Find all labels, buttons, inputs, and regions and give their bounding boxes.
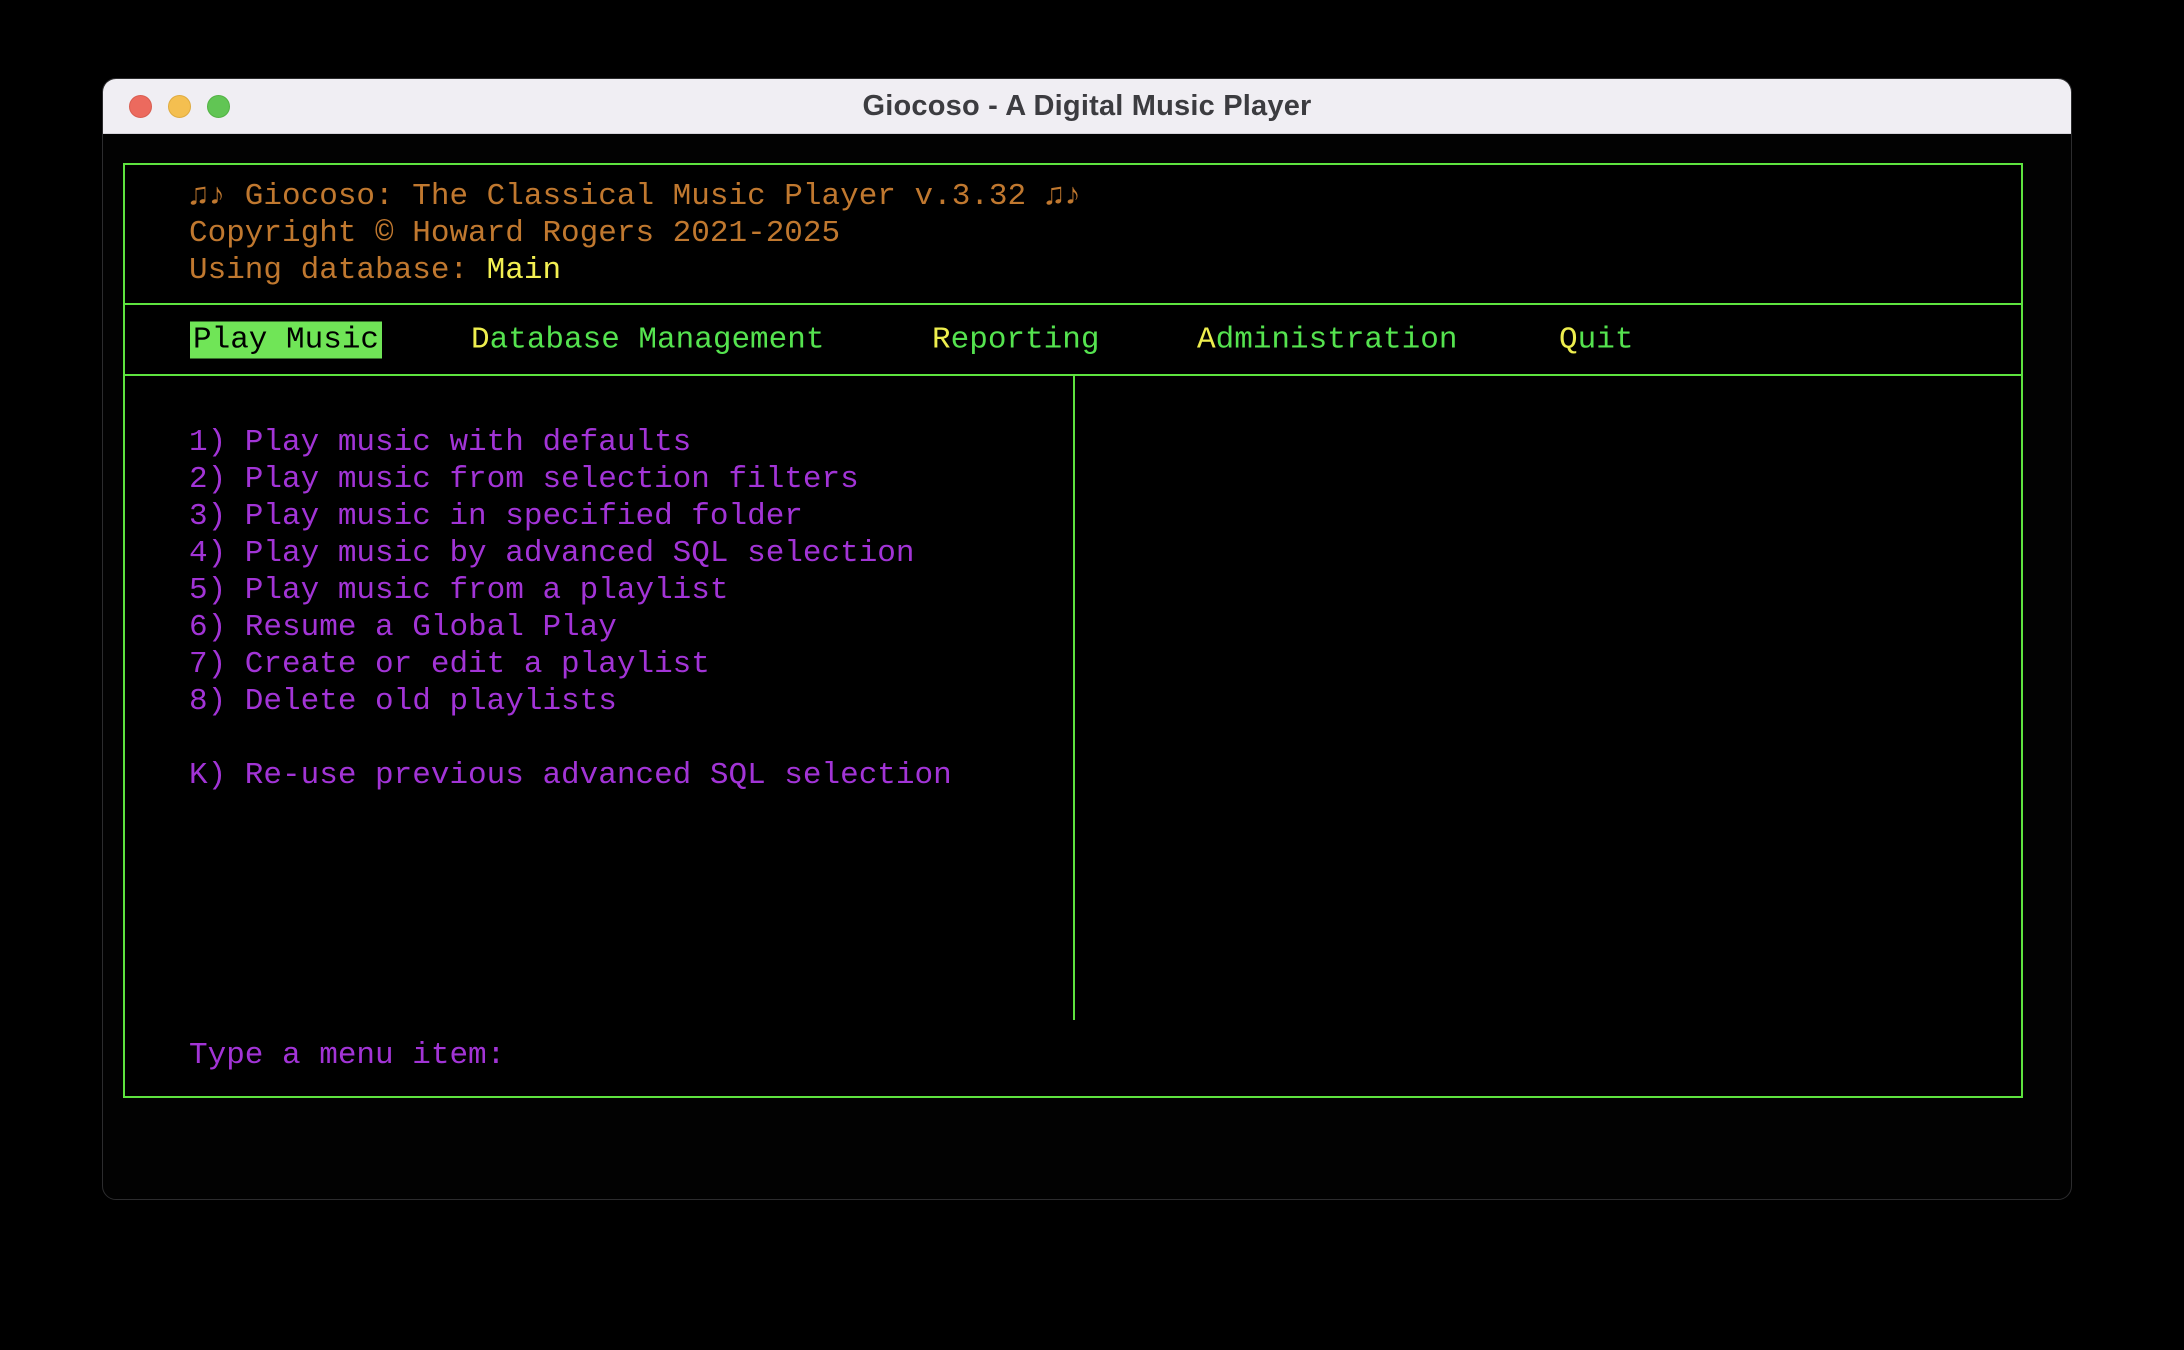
window-titlebar: Giocoso - A Digital Music Player: [103, 79, 2071, 134]
menu-item-6[interactable]: 6) Resume a Global Play: [189, 609, 1073, 646]
menubar-item-administration[interactable]: Administration: [1197, 321, 1457, 358]
menu-spacer-line: [189, 720, 1073, 757]
hotkey-letter: A: [1197, 322, 1216, 357]
detail-pane: [1075, 376, 2021, 1020]
traffic-lights: [129, 95, 230, 118]
content-area: 1) Play music with defaults 2) Play musi…: [125, 376, 2021, 1020]
prompt-label: Type a menu item:: [189, 1037, 505, 1074]
database-value: Main: [487, 253, 561, 288]
menu-item-2[interactable]: 2) Play music from selection filters: [189, 461, 1073, 498]
menubar-item-label: dministration: [1216, 322, 1458, 357]
database-label: Using database:: [189, 253, 468, 288]
hotkey-letter: R: [932, 322, 951, 357]
menu-item-4[interactable]: 4) Play music by advanced SQL selection: [189, 535, 1073, 572]
menubar-item-label: eporting: [951, 322, 1100, 357]
copyright-line: Copyright © Howard Rogers 2021-2025: [189, 215, 2021, 252]
menubar-item-label: uit: [1578, 322, 1634, 357]
menubar-item-database-management[interactable]: Database Management: [471, 321, 824, 358]
app-banner-section: ♫♪ Giocoso: The Classical Music Player v…: [125, 165, 2021, 305]
minimize-button-icon[interactable]: [168, 95, 191, 118]
menu-item-5[interactable]: 5) Play music from a playlist: [189, 572, 1073, 609]
hotkey-letter: D: [471, 322, 490, 357]
menu-bar: Play Music Database Management Reporting…: [125, 305, 2021, 376]
menu-options-pane: 1) Play music with defaults 2) Play musi…: [125, 376, 1075, 1020]
window-title: Giocoso - A Digital Music Player: [862, 90, 1311, 123]
menu-item-k[interactable]: K) Re-use previous advanced SQL selectio…: [189, 757, 1073, 794]
menu-item-1[interactable]: 1) Play music with defaults: [189, 424, 1073, 461]
menu-item-7[interactable]: 7) Create or edit a playlist: [189, 646, 1073, 683]
close-button-icon[interactable]: [129, 95, 152, 118]
menubar-item-quit[interactable]: Quit: [1559, 321, 1633, 358]
database-line: Using database: Main: [189, 252, 2021, 289]
terminal-ui: ♫♪ Giocoso: The Classical Music Player v…: [123, 163, 2023, 1098]
zoom-button-icon[interactable]: [207, 95, 230, 118]
menu-item-8[interactable]: 8) Delete old playlists: [189, 683, 1073, 720]
banner-line: ♫♪ Giocoso: The Classical Music Player v…: [189, 178, 2021, 215]
menubar-item-label: atabase Management: [490, 322, 825, 357]
command-prompt[interactable]: Type a menu item:: [125, 1020, 2021, 1090]
menubar-item-play-music[interactable]: Play Music: [190, 321, 382, 358]
hotkey-letter: Q: [1559, 322, 1578, 357]
menubar-item-reporting[interactable]: Reporting: [932, 321, 1099, 358]
app-window: Giocoso - A Digital Music Player ♫♪ Gioc…: [102, 78, 2072, 1200]
menu-item-3[interactable]: 3) Play music in specified folder: [189, 498, 1073, 535]
